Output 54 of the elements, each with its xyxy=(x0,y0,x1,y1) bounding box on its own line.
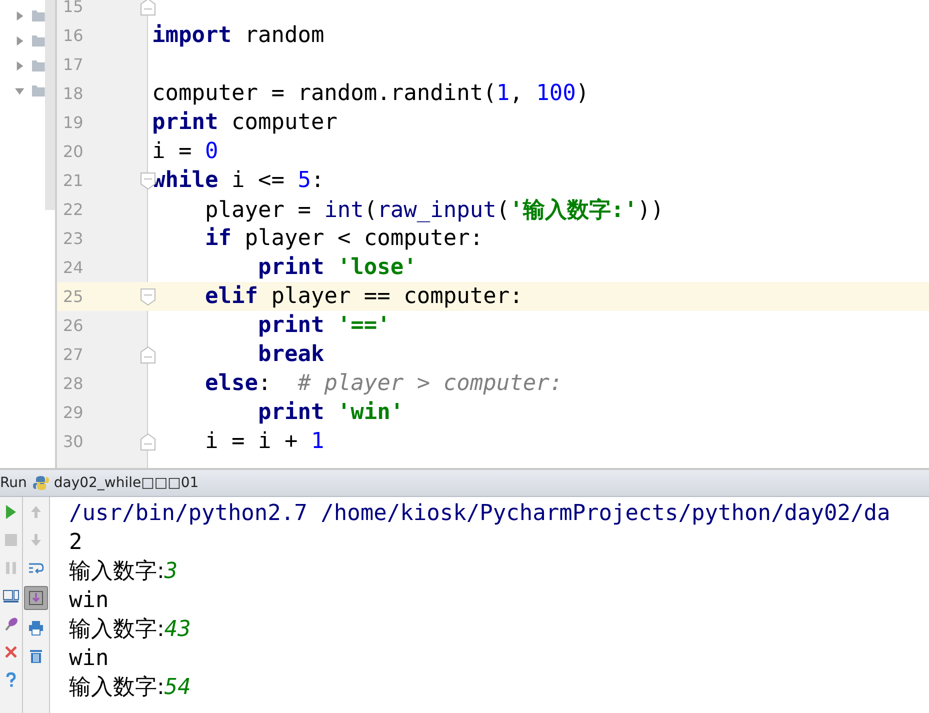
collapsed-arrow-icon[interactable] xyxy=(15,10,24,20)
line-number: 17 xyxy=(62,55,84,74)
code-line: import random xyxy=(151,23,324,48)
collapsed-arrow-icon[interactable] xyxy=(15,60,24,70)
code-line: print computer xyxy=(151,110,338,135)
fold-marker-icon[interactable] xyxy=(140,346,156,364)
collapsed-arrow-icon[interactable] xyxy=(15,36,24,46)
console-prompt: 输入数字:43 xyxy=(69,616,192,644)
console-output: 2 xyxy=(69,529,84,557)
line-number: 21 xyxy=(62,171,84,190)
code-line: print 'win' xyxy=(256,400,404,425)
line-number: 18 xyxy=(62,84,84,103)
line-number: 15 xyxy=(62,0,84,16)
console-prompt: 输入数字:3 xyxy=(69,558,179,586)
folder-icon xyxy=(32,10,45,22)
folder-icon xyxy=(32,60,45,72)
console-prompt: 输入数字:54 xyxy=(69,674,192,702)
code-line: elif player == computer: xyxy=(204,284,523,309)
line-number: 16 xyxy=(62,26,84,45)
fold-marker-icon[interactable] xyxy=(140,432,156,450)
line-number: 19 xyxy=(62,113,84,132)
python-logo-icon xyxy=(32,475,49,491)
code-line: print 'lose' xyxy=(256,255,417,280)
folder-icon xyxy=(32,84,45,96)
line-number: 23 xyxy=(62,229,84,248)
fold-marker-icon[interactable] xyxy=(140,0,156,16)
code-line: computer = random.randint(1, 100) xyxy=(151,81,590,106)
code-line: else: # player > computer: xyxy=(204,371,563,396)
console-command: /usr/bin/python2.7 /home/kiosk/PycharmProjects/python/day02/da xyxy=(69,500,892,528)
folder-icon xyxy=(32,34,45,46)
run-tab-title[interactable]: day02_while□□□01 xyxy=(54,475,199,491)
line-number: 24 xyxy=(62,258,84,277)
code-line: print '==' xyxy=(256,313,390,338)
line-number: 25 xyxy=(62,287,84,306)
scrollbar[interactable] xyxy=(45,0,55,210)
code-line: break xyxy=(256,342,324,367)
line-number: 29 xyxy=(62,403,84,422)
line-number: 20 xyxy=(62,142,84,161)
line-number: 30 xyxy=(62,432,84,451)
run-panel-label: Run xyxy=(0,475,27,491)
code-line: player = int(raw_input('输入数字:')) xyxy=(204,196,664,224)
line-number: 26 xyxy=(62,316,84,335)
code-line: i = i + 1 xyxy=(204,429,324,454)
code-line: if player < computer: xyxy=(204,226,484,251)
code-line: i = 0 xyxy=(151,139,218,164)
line-number: 22 xyxy=(62,200,84,219)
expanded-arrow-icon[interactable] xyxy=(15,86,24,96)
line-number: 28 xyxy=(62,374,84,393)
console-output: win xyxy=(69,645,110,673)
console-output: win xyxy=(69,587,110,615)
fold-marker-icon[interactable] xyxy=(140,288,156,306)
scroll-to-end-icon[interactable] xyxy=(24,586,48,610)
line-number: 27 xyxy=(62,345,84,364)
print-icon[interactable] xyxy=(26,618,46,638)
